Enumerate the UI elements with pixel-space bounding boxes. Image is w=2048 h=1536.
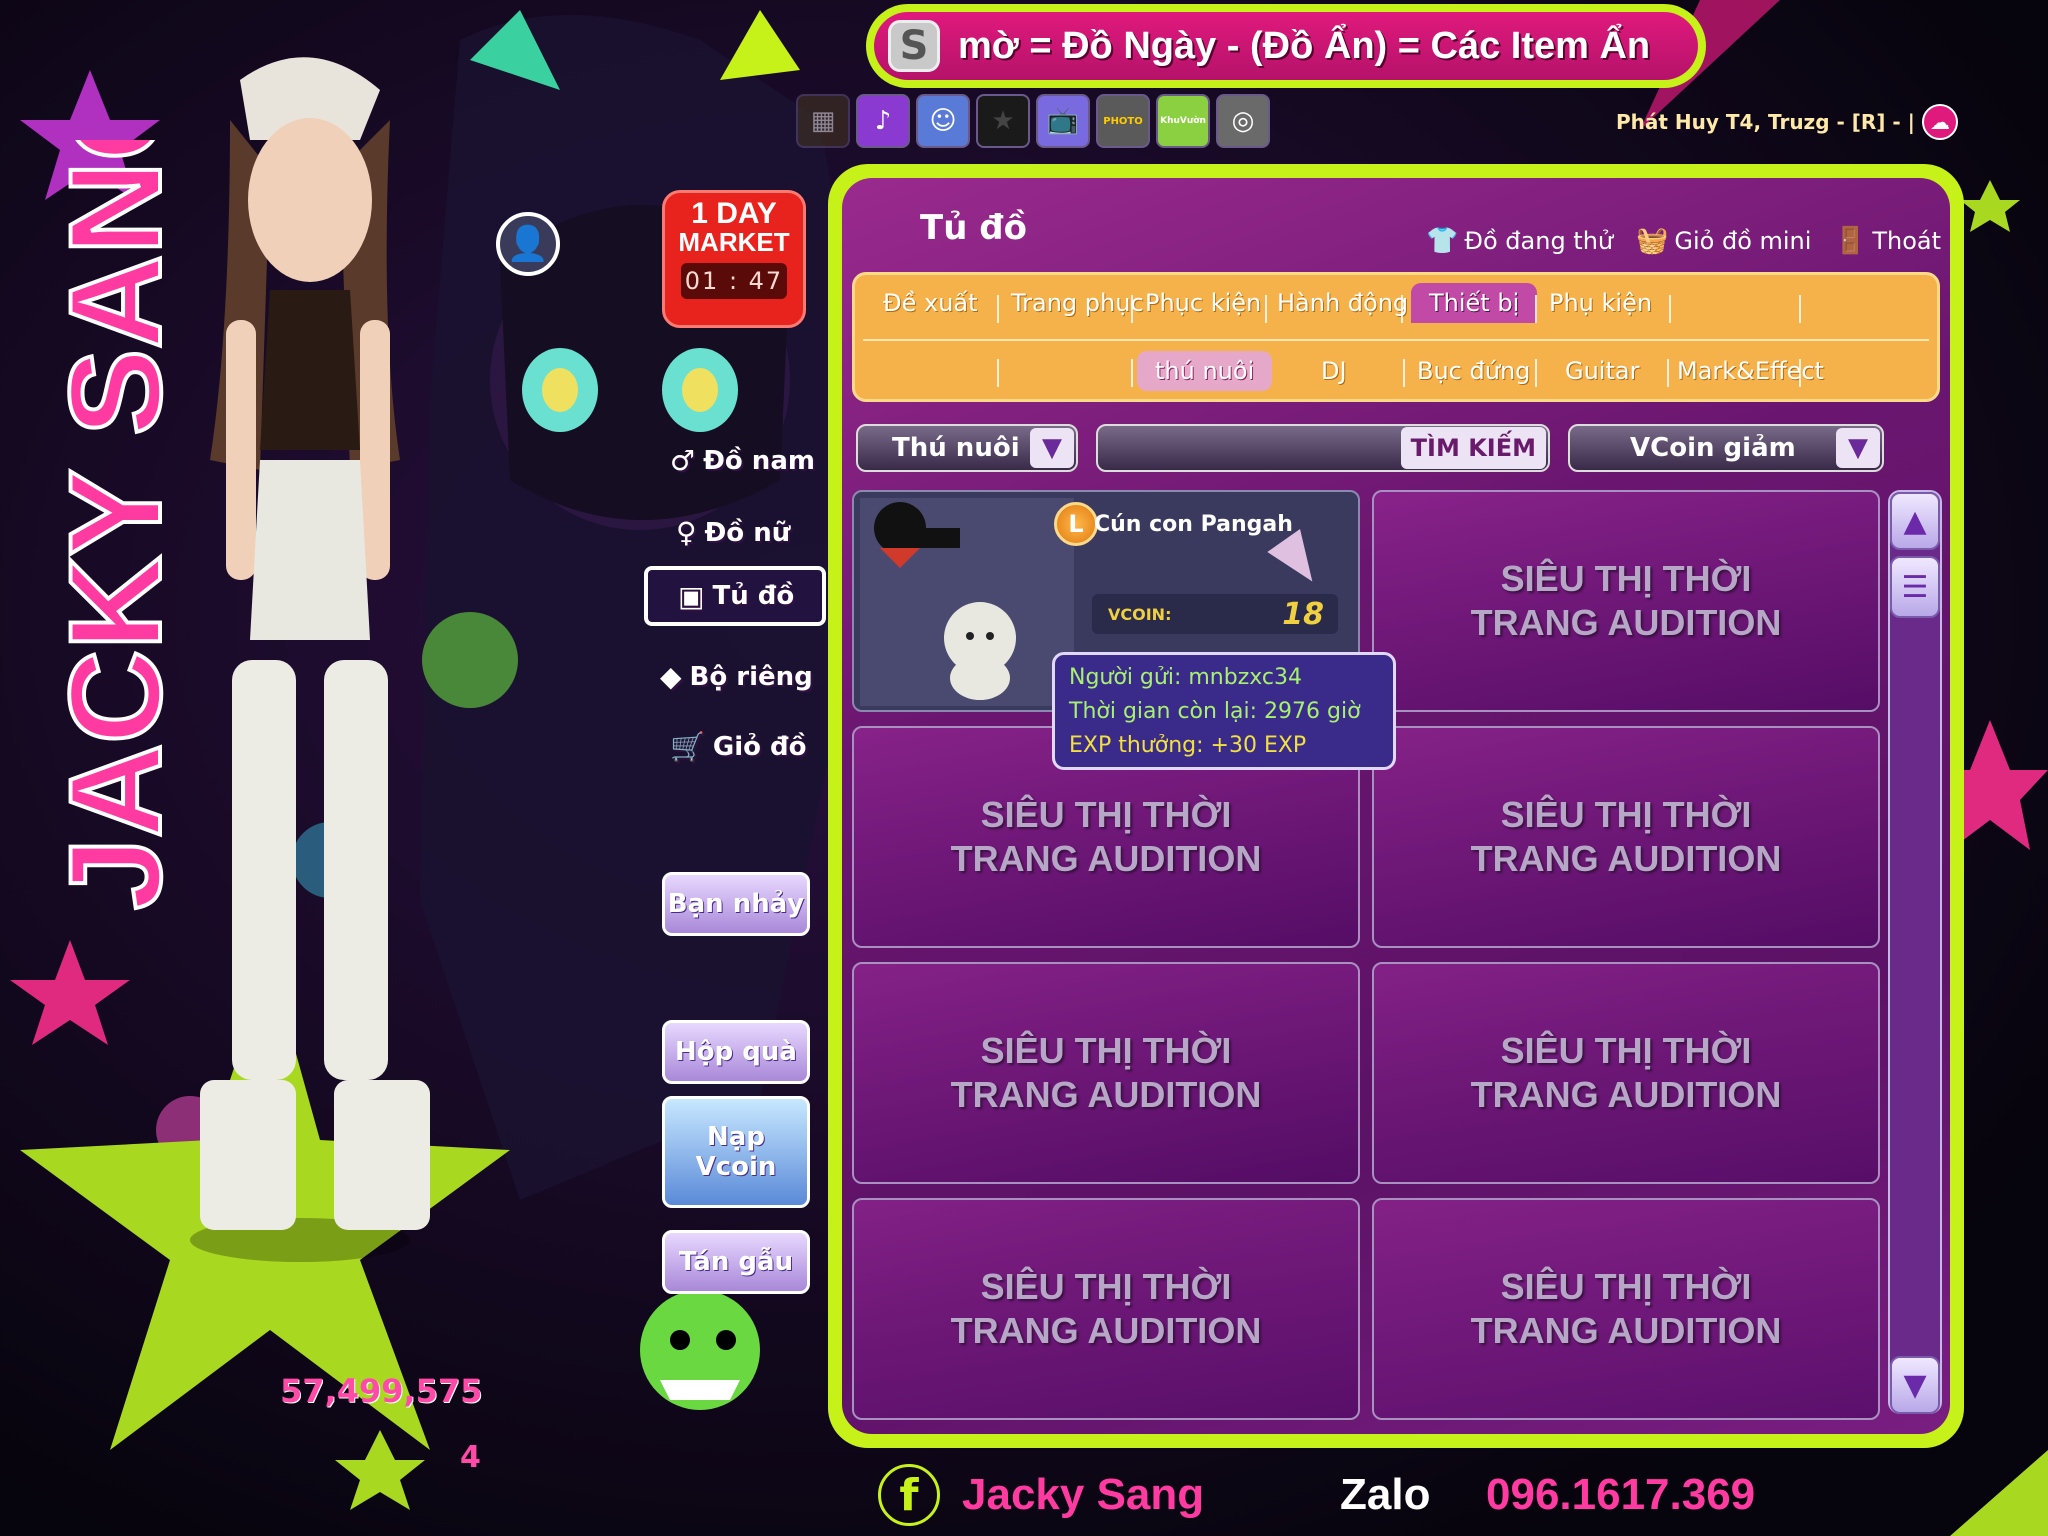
tab-accessory-1[interactable]: Phục kiện <box>1145 289 1261 317</box>
basket-icon: 🧺 <box>1636 226 1669 256</box>
facebook-icon: f <box>878 1464 940 1526</box>
smiley-icon[interactable]: ☺ <box>916 94 970 148</box>
tooltip-time-left: Thời gian còn lại: 2976 giờ <box>1069 699 1361 724</box>
tab-suggest[interactable]: Đề xuất <box>883 289 978 317</box>
shortcut-icon-row: ▦ ♪ ☺ ★ 📺 PHOTO KhuVườn ◎ <box>796 94 1270 148</box>
market-timer: 01 : 47 <box>681 263 787 299</box>
subtab-pet[interactable]: thú nuôi <box>1137 351 1273 391</box>
item-slot-7[interactable]: SIÊU THỊ THỜI TRANG AUDITION <box>852 1198 1360 1420</box>
s-badge: S <box>888 20 940 72</box>
price-value: 18 <box>1282 596 1324 632</box>
zalo-logo: Zalo <box>1340 1470 1431 1519</box>
item-tooltip: Người gửi: mnbzxc34 Thời gian còn lại: 2… <box>1052 652 1396 770</box>
subtab-guitar[interactable]: Guitar <box>1565 357 1639 385</box>
tab-outfit[interactable]: Trang phục <box>1011 289 1144 317</box>
action-trying-on[interactable]: 👕 Đồ đang thử <box>1426 226 1613 256</box>
one-day-market-button[interactable]: 1 DAY MARKET 01 : 47 <box>662 190 806 328</box>
footer-name: Jacky Sang <box>962 1470 1205 1519</box>
item-slot-4[interactable]: SIÊU THỊ THỜI TRANG AUDITION <box>1372 726 1880 948</box>
shirt-icon: 👕 <box>1426 226 1459 256</box>
item-slot-8[interactable]: SIÊU THỊ THỜI TRANG AUDITION <box>1372 1198 1880 1420</box>
market-line2: MARKET <box>678 227 790 257</box>
profile-icon[interactable]: 👤 <box>496 212 560 276</box>
scrollbar-track[interactable] <box>1888 490 1942 1414</box>
spiral-icon[interactable]: ◎ <box>1216 94 1270 148</box>
watermark-name: JACKY SANG <box>40 140 190 912</box>
cursor-icon <box>1267 529 1329 593</box>
search-input[interactable] <box>1098 426 1401 470</box>
tab-action[interactable]: Hành động <box>1277 289 1408 317</box>
male-icon: ♂ <box>670 444 696 477</box>
subtab-dj[interactable]: DJ <box>1321 357 1347 385</box>
chat-button[interactable]: Tán gẫu <box>662 1230 810 1294</box>
gift-icon[interactable]: ▦ <box>796 94 850 148</box>
chevron-down-icon[interactable]: ▼ <box>1836 428 1880 468</box>
topup-vcoin-button[interactable]: Nạp Vcoin <box>662 1096 810 1208</box>
price-box: VCOIN: 18 <box>1092 594 1338 634</box>
action-exit[interactable]: 🚪 Thoát <box>1834 226 1941 256</box>
tv-icon[interactable]: 📺 <box>1036 94 1090 148</box>
menu-female[interactable]: ♀ Đồ nữ <box>676 516 790 549</box>
category-dropdown[interactable]: Thú nuôi ▼ <box>856 424 1078 472</box>
footer-phone: 096.1617.369 <box>1486 1470 1756 1519</box>
cart-icon: 🛒 <box>670 730 705 763</box>
female-icon: ♀ <box>676 516 697 549</box>
item-slot-5[interactable]: SIÊU THỊ THỜI TRANG AUDITION <box>852 962 1360 1184</box>
tooltip-sender: Người gửi: mnbzxc34 <box>1069 665 1302 690</box>
header-banner: S mờ = Đồ Ngày - (Đồ Ẩn) = Các Item Ẩn <box>866 4 1706 88</box>
item-slot-6[interactable]: SIÊU THỊ THỜI TRANG AUDITION <box>1372 962 1880 1184</box>
menu-set[interactable]: ◆ Bộ riêng <box>660 660 813 693</box>
window-title: Tủ đồ <box>920 208 1027 248</box>
gift-box-button[interactable]: Hộp quà <box>662 1020 810 1084</box>
item-name: Cún con Pangah <box>1094 512 1293 537</box>
set-icon: ◆ <box>660 660 682 693</box>
photo-icon[interactable]: PHOTO <box>1096 94 1150 148</box>
gramophone-icon[interactable]: ♪ <box>856 94 910 148</box>
ribbon-text: Phát Huy T4, Truzg - [R] - | <box>1616 110 1915 134</box>
search-box: TÌM KIẾM <box>1096 424 1550 472</box>
star-dark-icon[interactable]: ★ <box>976 94 1030 148</box>
garden-icon[interactable]: KhuVườn <box>1156 94 1210 148</box>
tab-accessory-2[interactable]: Phụ kiện <box>1549 289 1652 317</box>
action-mini-basket[interactable]: 🧺 Giỏ đồ mini <box>1636 226 1811 256</box>
topup-line2: Vcoin <box>695 1152 777 1182</box>
menu-cart[interactable]: 🛒 Giỏ đồ <box>670 730 807 763</box>
market-line1: 1 DAY <box>691 197 777 230</box>
l-badge: L <box>1054 502 1098 546</box>
exit-door-icon: 🚪 <box>1834 226 1867 256</box>
tab-equipment[interactable]: Thiết bị <box>1411 283 1538 323</box>
money-amount: 57,499,575 <box>280 1372 483 1410</box>
scroll-down-icon[interactable]: ▼ <box>1890 1356 1940 1414</box>
subtab-mark-effect[interactable]: Mark&Effect <box>1677 357 1824 385</box>
item-slot-2[interactable]: SIÊU THỊ THỜI TRANG AUDITION <box>1372 490 1880 712</box>
chevron-down-icon[interactable]: ▼ <box>1030 428 1074 468</box>
cloud-icon[interactable]: ☁ <box>1922 104 1958 140</box>
tab-bar: Đề xuất Trang phục Phục kiện Hành động T… <box>852 272 1940 402</box>
level-number: 4 <box>460 1440 481 1475</box>
topup-line1: Nạp <box>707 1122 765 1152</box>
subtab-stand[interactable]: Bục đứng <box>1417 357 1530 385</box>
tooltip-exp: EXP thưởng: +30 EXP <box>1069 733 1307 758</box>
menu-male[interactable]: ♂ Đồ nam <box>670 444 815 477</box>
wardrobe-icon: ▣ <box>678 579 705 613</box>
search-button[interactable]: TÌM KIẾM <box>1400 427 1546 469</box>
sort-dropdown[interactable]: VCoin giảm ▼ <box>1568 424 1884 472</box>
pet-image <box>860 498 1074 706</box>
svg-text:JACKY SANG: JACKY SANG <box>42 140 188 910</box>
menu-wardrobe[interactable]: ▣ Tủ đồ <box>644 566 826 626</box>
price-label: VCOIN: <box>1108 604 1172 624</box>
scroll-up-icon[interactable]: ▲ <box>1890 492 1940 550</box>
dance-partner-button[interactable]: Bạn nhảy <box>662 872 810 936</box>
scroll-thumb[interactable]: ☰ <box>1890 556 1940 618</box>
banner-text: mờ = Đồ Ngày - (Đồ Ẩn) = Các Item Ẩn <box>958 24 1651 67</box>
